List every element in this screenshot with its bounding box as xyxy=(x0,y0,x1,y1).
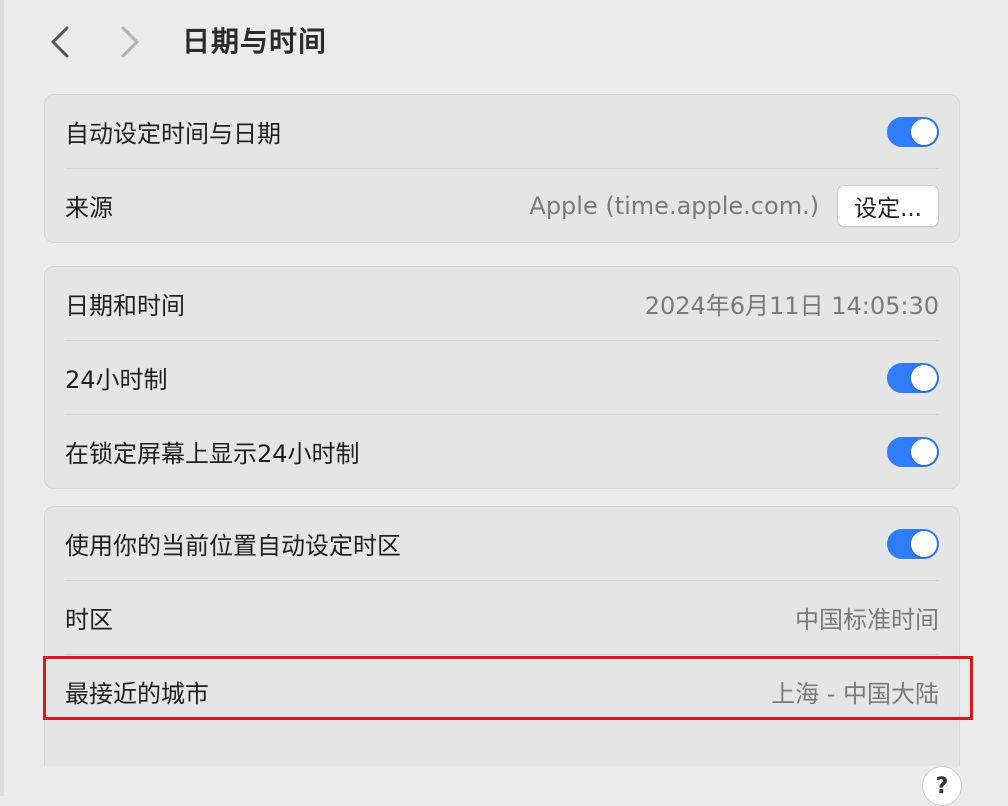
closest-city-value: 上海 - 中国大陆 xyxy=(771,680,939,708)
source-controls: Apple (time.apple.com.) 设定... xyxy=(529,184,939,227)
datetime-row: 日期和时间 2024年6月11日 14:05:30 xyxy=(65,267,939,340)
closest-city-label: 最接近的城市 xyxy=(65,680,209,708)
toggle-knob xyxy=(911,530,937,557)
source-label: 来源 xyxy=(65,194,113,222)
back-button[interactable] xyxy=(40,22,80,62)
forward-button[interactable] xyxy=(110,22,150,62)
auto-set-label: 自动设定时间与日期 xyxy=(65,120,281,148)
source-value: Apple (time.apple.com.) xyxy=(529,191,820,220)
chevron-right-icon xyxy=(121,26,139,58)
set-source-button[interactable]: 设定... xyxy=(837,184,939,227)
closest-city-row[interactable]: 最接近的城市 上海 - 中国大陆 xyxy=(65,654,939,728)
timezone-row: 时区 中国标准时间 xyxy=(65,580,939,654)
hour24-row: 24小时制 xyxy=(65,340,939,414)
lockscreen24-toggle[interactable] xyxy=(887,436,939,467)
datetime-group: 日期和时间 2024年6月11日 14:05:30 24小时制 在锁定屏幕上显示… xyxy=(44,266,960,489)
toggle-knob xyxy=(911,364,937,391)
datetime-label: 日期和时间 xyxy=(65,292,185,320)
toggle-knob xyxy=(911,118,937,145)
chevron-left-icon xyxy=(51,26,69,58)
datetime-value: 2024年6月11日 14:05:30 xyxy=(644,292,939,320)
toolbar: 日期与时间 xyxy=(0,0,1008,84)
auto-time-group: 自动设定时间与日期 来源 Apple (time.apple.com.) 设定.… xyxy=(44,94,960,243)
timezone-label: 时区 xyxy=(65,606,113,634)
auto-set-row: 自动设定时间与日期 xyxy=(65,95,939,168)
help-button[interactable]: ? xyxy=(922,766,962,806)
auto-timezone-label: 使用你的当前位置自动设定时区 xyxy=(65,532,401,560)
hour24-label: 24小时制 xyxy=(65,366,168,394)
page-title: 日期与时间 xyxy=(182,25,328,58)
timezone-value: 中国标准时间 xyxy=(795,606,939,634)
auto-set-toggle[interactable] xyxy=(887,116,939,147)
toggle-knob xyxy=(911,438,937,465)
window-edge xyxy=(0,0,4,796)
hour24-toggle[interactable] xyxy=(887,362,939,393)
lockscreen24-row: 在锁定屏幕上显示24小时制 xyxy=(65,414,939,488)
lockscreen24-label: 在锁定屏幕上显示24小时制 xyxy=(65,440,360,468)
auto-timezone-toggle[interactable] xyxy=(887,528,939,559)
source-row: 来源 Apple (time.apple.com.) 设定... xyxy=(65,168,939,242)
auto-timezone-row: 使用你的当前位置自动设定时区 xyxy=(65,507,939,580)
timezone-group: 使用你的当前位置自动设定时区 时区 中国标准时间 最接近的城市 上海 - 中国大… xyxy=(44,506,960,766)
